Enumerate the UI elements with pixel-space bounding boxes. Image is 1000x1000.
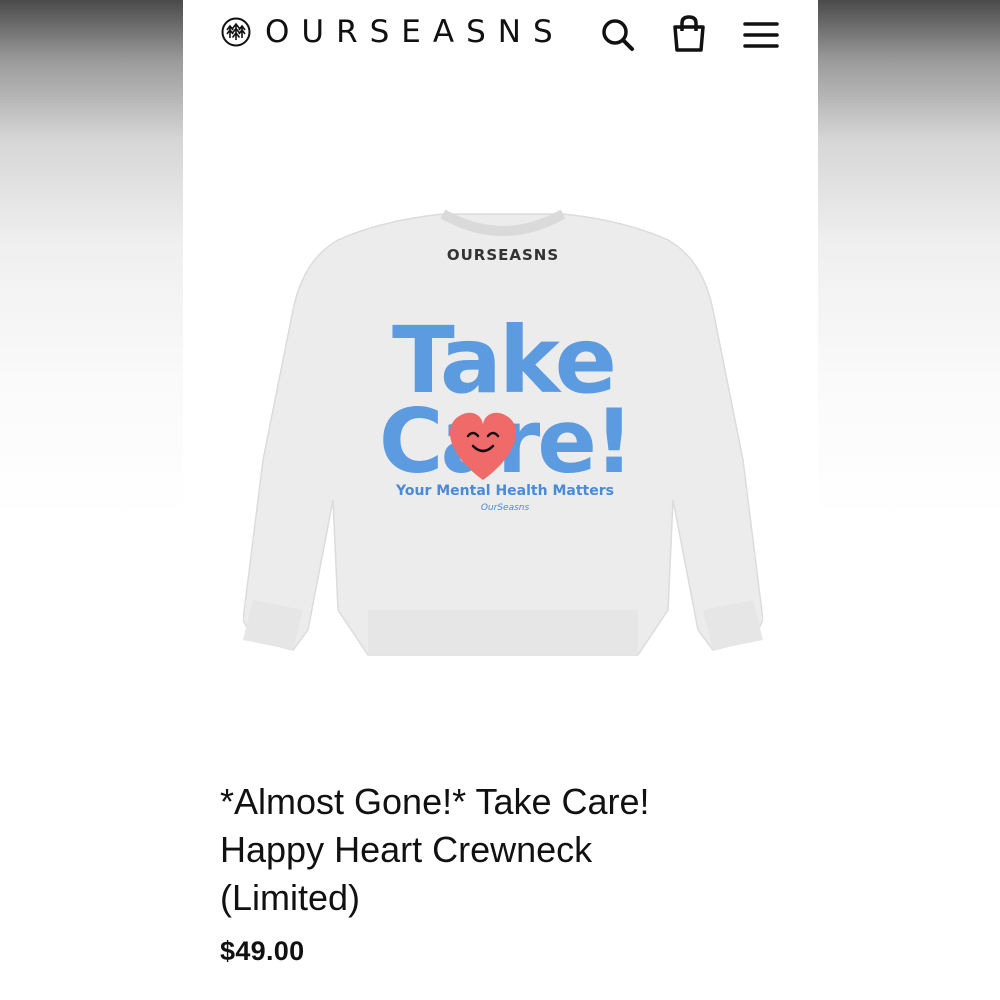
sweater-hem — [368, 610, 638, 655]
product-title-line: *Almost Gone!* Take Care! — [220, 781, 650, 822]
product-title-line: (Limited) — [220, 877, 361, 918]
print-tagline: Your Mental Health Matters — [395, 483, 614, 499]
brand-wordmark[interactable]: OURSEASNS — [265, 14, 565, 50]
product-title-line: Happy Heart Crewneck — [220, 829, 593, 870]
product-page: OURSEASNS OURSEASNS Take Care! — [183, 0, 818, 1000]
hamburger-menu-icon[interactable] — [741, 14, 781, 54]
left-backdrop — [0, 0, 183, 1000]
shopping-bag-icon[interactable] — [669, 14, 709, 54]
print-signature: OurSeasns — [481, 503, 530, 513]
search-icon[interactable] — [599, 14, 639, 54]
neck-label: OURSEASNS — [447, 246, 559, 264]
site-header: OURSEASNS — [183, 0, 818, 68]
product-title: *Almost Gone!* Take Care! Happy Heart Cr… — [220, 778, 780, 922]
tree-logo-icon[interactable] — [221, 17, 251, 47]
product-price: $49.00 — [220, 936, 305, 966]
product-image[interactable]: OURSEASNS Take Care! Your Mental Health … — [243, 200, 763, 670]
right-backdrop — [818, 0, 1000, 1000]
